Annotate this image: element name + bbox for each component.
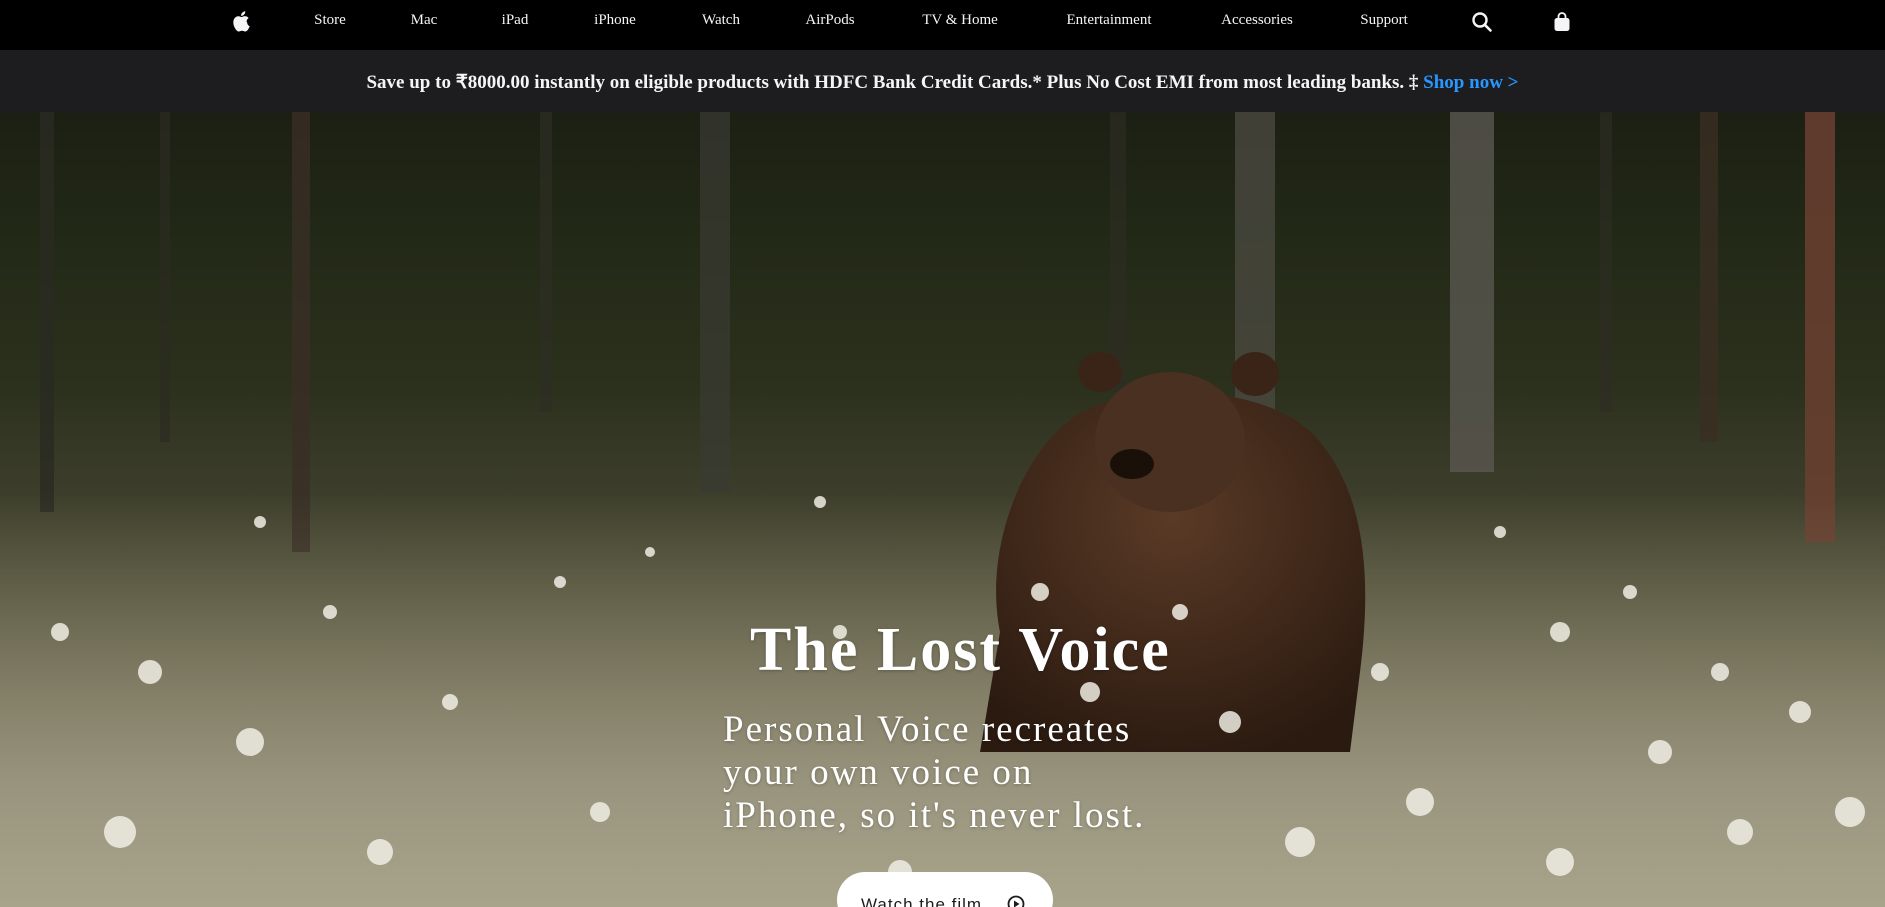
promo-text: Save up to ₹8000.00 instantly on eligibl…	[366, 72, 1424, 93]
search-icon[interactable]	[1471, 11, 1493, 33]
nav-item-accessories[interactable]: Accessories	[1221, 12, 1293, 29]
nav-item-support[interactable]: Support	[1360, 12, 1408, 29]
nav-list: Store Mac iPad iPhone Watch AirPods TV &…	[0, 0, 1885, 44]
nav-item-iphone[interactable]: iPhone	[594, 12, 636, 29]
hero-title: The Lost Voice	[750, 616, 1171, 684]
hero-subtitle-line: Personal Voice recreates	[723, 709, 1132, 750]
shop-now-link[interactable]: Shop now >	[1423, 72, 1518, 93]
nav-item-tv-home[interactable]: TV & Home	[922, 12, 998, 29]
shopping-bag-icon[interactable]	[1551, 11, 1573, 33]
promo-message: Save up to ₹8000.00 instantly on eligibl…	[0, 71, 1885, 94]
apple-logo-icon[interactable]	[232, 10, 254, 32]
bear-shape	[980, 352, 1366, 752]
hero-subtitle: Personal Voice recreates your own voice …	[723, 708, 1203, 837]
hero-section: The Lost Voice Personal Voice recreates …	[0, 112, 1885, 907]
play-circle-icon	[1007, 895, 1025, 907]
watch-the-film-label: Watch the film	[861, 895, 983, 907]
global-nav: Store Mac iPad iPhone Watch AirPods TV &…	[0, 0, 1885, 50]
watch-the-film-button[interactable]: Watch the film	[837, 872, 1053, 907]
nav-item-airpods[interactable]: AirPods	[805, 12, 854, 29]
nav-item-watch[interactable]: Watch	[702, 12, 740, 29]
nav-item-ipad[interactable]: iPad	[502, 12, 529, 29]
hero-subtitle-line: your own voice on	[723, 752, 1034, 793]
nav-item-mac[interactable]: Mac	[411, 12, 438, 29]
nav-item-store[interactable]: Store	[314, 12, 346, 29]
hero-subtitle-line: iPhone, so it's never lost.	[723, 795, 1146, 836]
nav-item-entertainment[interactable]: Entertainment	[1067, 12, 1152, 29]
promo-banner: Save up to ₹8000.00 instantly on eligibl…	[0, 50, 1885, 112]
